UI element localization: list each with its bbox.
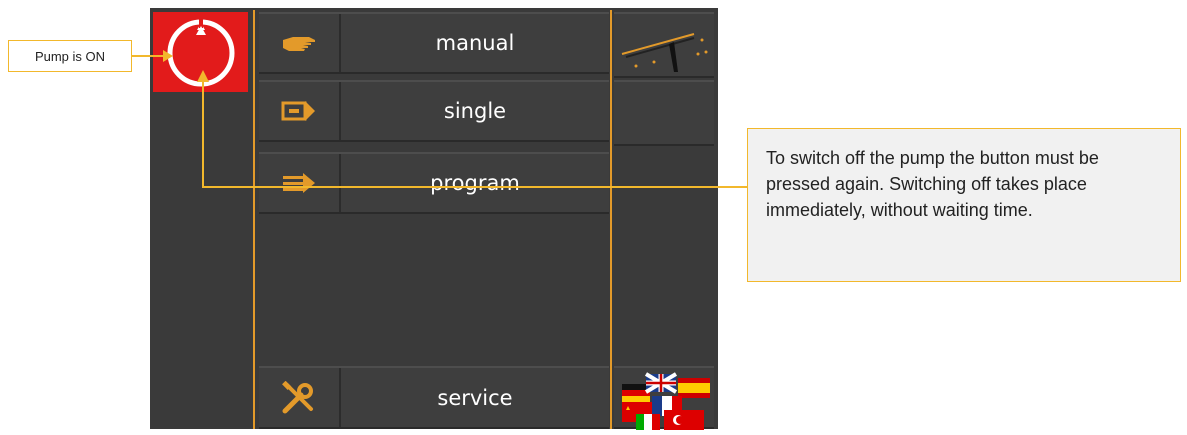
- language-button[interactable]: [614, 366, 714, 430]
- manual-label: manual: [435, 31, 515, 55]
- wiper-icon: [621, 33, 708, 72]
- single-button[interactable]: single: [259, 80, 609, 142]
- service-label: service: [437, 385, 513, 410]
- hand-icon: [259, 14, 341, 72]
- single-label: single: [443, 99, 507, 123]
- switch-off-callout: To switch off the pump the button must b…: [747, 128, 1181, 282]
- program-button[interactable]: program: [259, 152, 609, 214]
- wiper-button[interactable]: [614, 12, 714, 78]
- service-button[interactable]: service: [259, 366, 609, 429]
- pump-button[interactable]: [153, 12, 248, 92]
- manual-button[interactable]: manual: [259, 12, 609, 74]
- program-label: program: [430, 171, 520, 195]
- single-arrow-icon: [259, 82, 341, 140]
- right-empty-cell: [614, 80, 714, 146]
- divider-right: [610, 10, 612, 429]
- pump-power-icon: [167, 18, 234, 87]
- divider-left: [253, 10, 255, 429]
- program-arrow-icon: [259, 154, 341, 212]
- flags-icon: [622, 372, 710, 430]
- left-column: [153, 94, 248, 427]
- tools-icon: [259, 368, 341, 427]
- pump-status-callout: Pump is ON: [8, 40, 132, 72]
